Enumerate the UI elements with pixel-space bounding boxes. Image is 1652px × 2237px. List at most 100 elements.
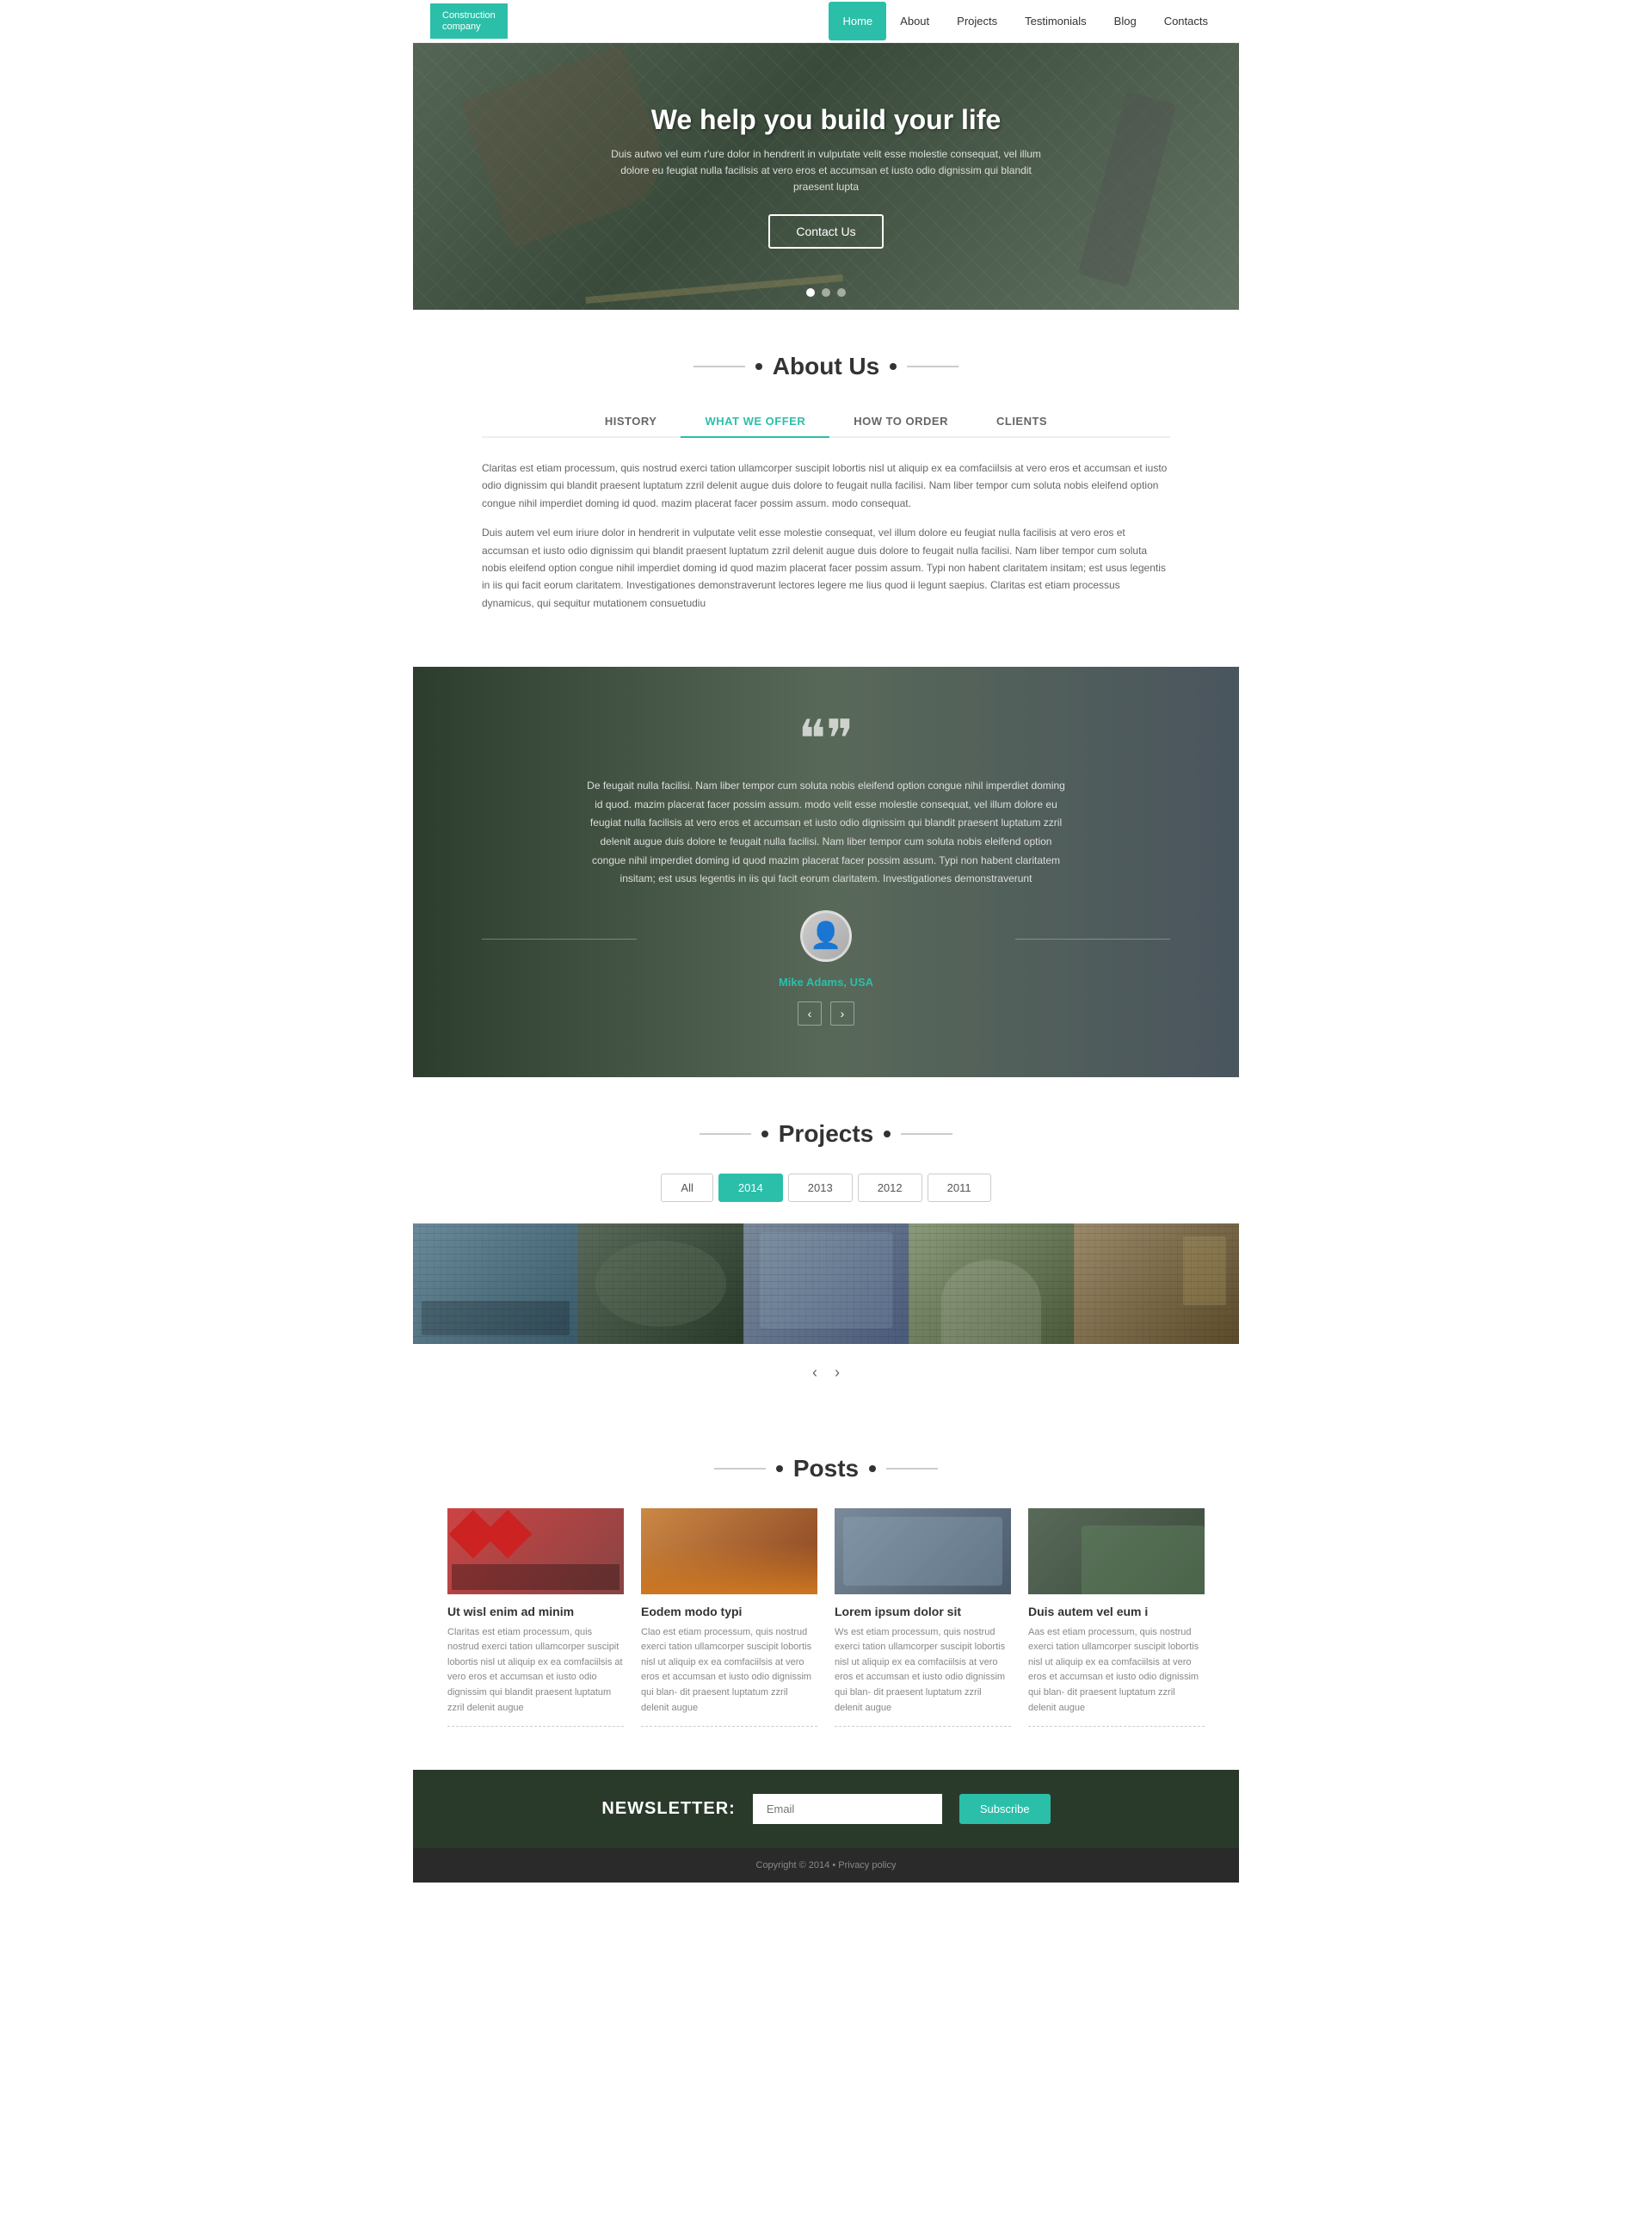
hero-dot-1[interactable] <box>806 288 815 297</box>
about-title-text: About Us <box>773 353 879 380</box>
hero-title: We help you build your life <box>602 104 1050 136</box>
post-text-1: Claritas est etiam processum, quis nostr… <box>447 1625 624 1716</box>
contact-us-button[interactable]: Contact Us <box>768 214 883 249</box>
project-prev-button[interactable]: ‹ <box>808 1359 822 1386</box>
tab-clients[interactable]: CLIENTS <box>972 406 1071 438</box>
footer-copyright: Copyright © 2014 • <box>756 1860 836 1870</box>
project-item-5[interactable] <box>1074 1223 1239 1344</box>
main-nav: Home About Projects Testimonials Blog Co… <box>829 2 1222 40</box>
about-text-content: Claritas est etiam processum, quis nostr… <box>482 459 1170 612</box>
nav-about[interactable]: About <box>886 2 943 40</box>
nav-projects[interactable]: Projects <box>943 2 1011 40</box>
posts-section: Posts Ut wisl enim ad minim Claritas est… <box>413 1412 1239 1771</box>
testimonial-section: ❝❞ De feugait nulla facilisi. Nam liber … <box>413 667 1239 1077</box>
avatar-person-icon: 👤 <box>810 921 841 951</box>
nav-testimonials[interactable]: Testimonials <box>1011 2 1100 40</box>
project-filters: All 2014 2013 2012 2011 <box>413 1174 1239 1202</box>
author-avatar: 👤 <box>800 910 852 962</box>
post-thumbnail-1[interactable] <box>447 1508 624 1594</box>
logo-line1: Construction <box>442 10 496 21</box>
nav-home[interactable]: Home <box>829 2 886 40</box>
post-text-3: Ws est etiam processum, quis nostrud exe… <box>835 1625 1011 1716</box>
post-thumb-inner-3 <box>835 1508 1011 1594</box>
post-item-4: Duis autem vel eum i Aas est etiam proce… <box>1028 1508 1205 1728</box>
testimonial-author-row: 👤 <box>482 910 1170 969</box>
projects-dot-left <box>761 1131 768 1137</box>
logo-line2: company <box>442 22 496 32</box>
post-item-2: Eodem modo typi Clao est etiam processum… <box>641 1508 817 1728</box>
project-navigation: ‹ › <box>413 1359 1239 1386</box>
filter-2013[interactable]: 2013 <box>788 1174 853 1202</box>
author-line-left <box>482 939 637 940</box>
tab-history[interactable]: HISTORY <box>581 406 681 438</box>
project-item-2[interactable] <box>578 1223 743 1344</box>
post-divider-3 <box>835 1726 1011 1727</box>
post-thumbnail-4[interactable] <box>1028 1508 1205 1594</box>
about-paragraph-2: Duis autem vel eum iriure dolor in hendr… <box>482 524 1170 612</box>
filter-2012[interactable]: 2012 <box>858 1174 922 1202</box>
nav-blog[interactable]: Blog <box>1100 2 1150 40</box>
post-thumbnail-3[interactable] <box>835 1508 1011 1594</box>
post-text-2: Clao est etiam processum, quis nostrud e… <box>641 1625 817 1716</box>
hero-content: We help you build your life Duis autwo v… <box>602 104 1050 250</box>
posts-dot-left <box>776 1465 783 1472</box>
posts-grid: Ut wisl enim ad minim Claritas est etiam… <box>447 1508 1205 1728</box>
about-section-title: About Us <box>482 353 1170 380</box>
posts-section-title: Posts <box>447 1455 1205 1482</box>
project-item-4[interactable] <box>909 1223 1074 1344</box>
posts-title-text: Posts <box>793 1455 859 1482</box>
post-thumb-inner-2 <box>641 1508 817 1594</box>
hero-section: We help you build your life Duis autwo v… <box>413 43 1239 310</box>
project-item-1[interactable] <box>413 1223 578 1344</box>
testimonial-next-button[interactable]: › <box>830 1001 854 1026</box>
testimonial-navigation: ‹ › <box>482 1001 1170 1026</box>
header: Construction company Home About Projects… <box>413 0 1239 43</box>
post-title-3[interactable]: Lorem ipsum dolor sit <box>835 1605 1011 1618</box>
post-thumb-inner-1 <box>447 1508 624 1594</box>
post-text-4: Aas est etiam processum, quis nostrud ex… <box>1028 1625 1205 1716</box>
hero-dot-2[interactable] <box>822 288 830 297</box>
filter-all[interactable]: All <box>661 1174 712 1202</box>
newsletter-subscribe-button[interactable]: Subscribe <box>959 1794 1051 1824</box>
tab-what-we-offer[interactable]: WHAT WE OFFER <box>681 406 829 438</box>
testimonial-prev-button[interactable]: ‹ <box>798 1001 822 1026</box>
hero-dot-3[interactable] <box>837 288 846 297</box>
projects-dot-right <box>884 1131 891 1137</box>
post-thumbnail-2[interactable] <box>641 1508 817 1594</box>
post-thumb-inner-4 <box>1028 1508 1205 1594</box>
projects-section: Projects All 2014 2013 2012 2011 <box>413 1077 1239 1412</box>
project-grid <box>413 1223 1239 1344</box>
author-name: Mike Adams, USA <box>482 976 1170 989</box>
about-paragraph-1: Claritas est etiam processum, quis nostr… <box>482 459 1170 512</box>
logo[interactable]: Construction company <box>430 3 508 38</box>
hero-subtitle: Duis autwo vel eum r'ure dolor in hendre… <box>602 146 1050 196</box>
filter-2014[interactable]: 2014 <box>718 1174 783 1202</box>
project-item-3[interactable] <box>743 1223 909 1344</box>
projects-section-title: Projects <box>413 1120 1239 1148</box>
newsletter-email-input[interactable] <box>753 1794 942 1824</box>
projects-title-text: Projects <box>779 1120 874 1148</box>
testimonial-content: ❝❞ De feugait nulla facilisi. Nam liber … <box>482 718 1170 1026</box>
author-line-right <box>1015 939 1170 940</box>
filter-2011[interactable]: 2011 <box>928 1174 991 1202</box>
about-section: About Us HISTORY WHAT WE OFFER HOW TO OR… <box>413 310 1239 667</box>
hero-dots <box>806 288 846 297</box>
testimonial-text: De feugait nulla facilisi. Nam liber tem… <box>585 777 1067 889</box>
nav-contacts[interactable]: Contacts <box>1150 2 1222 40</box>
post-divider-2 <box>641 1726 817 1727</box>
title-dot-right <box>890 363 897 370</box>
posts-dot-right <box>869 1465 876 1472</box>
post-title-4[interactable]: Duis autem vel eum i <box>1028 1605 1205 1618</box>
post-item-1: Ut wisl enim ad minim Claritas est etiam… <box>447 1508 624 1728</box>
footer: Copyright © 2014 • Privacy policy <box>413 1848 1239 1883</box>
post-title-2[interactable]: Eodem modo typi <box>641 1605 817 1618</box>
project-next-button[interactable]: › <box>830 1359 844 1386</box>
tab-how-to-order[interactable]: HOW TO ORDER <box>829 406 972 438</box>
post-title-1[interactable]: Ut wisl enim ad minim <box>447 1605 624 1618</box>
post-item-3: Lorem ipsum dolor sit Ws est etiam proce… <box>835 1508 1011 1728</box>
footer-privacy-link[interactable]: Privacy policy <box>838 1860 896 1870</box>
newsletter-label: NEWSLETTER: <box>601 1799 735 1819</box>
newsletter-section: NEWSLETTER: Subscribe <box>413 1770 1239 1848</box>
about-tabs: HISTORY WHAT WE OFFER HOW TO ORDER CLIEN… <box>482 406 1170 438</box>
post-divider-4 <box>1028 1726 1205 1727</box>
